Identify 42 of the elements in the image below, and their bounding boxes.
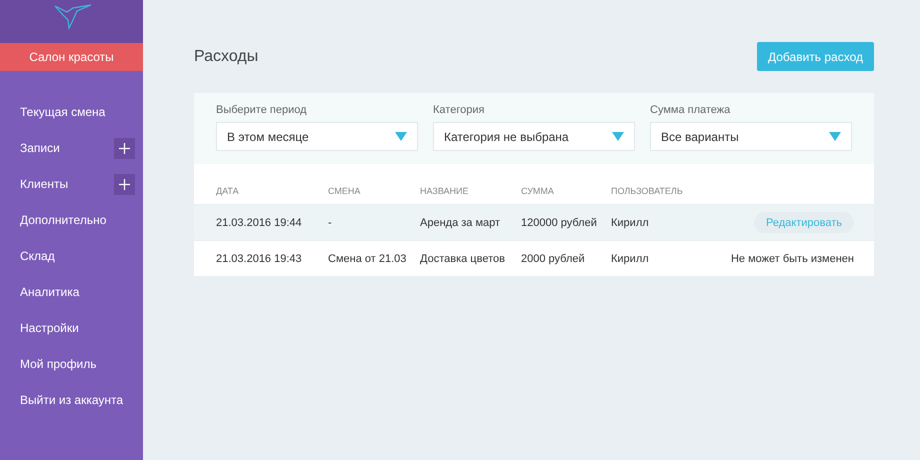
plus-icon bbox=[119, 142, 130, 154]
sidebar-item[interactable]: Дополнительно bbox=[20, 213, 106, 227]
add-button[interactable] bbox=[114, 174, 135, 194]
column-header: НАЗВАНИЕ bbox=[420, 186, 469, 196]
column-header: СМЕНА bbox=[328, 186, 360, 196]
table-cell: 21.03.2016 19:44 bbox=[216, 216, 302, 228]
table-cell: 2000 рублей bbox=[521, 252, 585, 264]
sidebar-item[interactable]: Клиенты bbox=[20, 177, 68, 191]
dropdown-arrow-icon bbox=[612, 132, 624, 141]
dropdown-arrow-icon bbox=[395, 132, 407, 141]
sidebar-item[interactable]: Мой профиль bbox=[20, 357, 97, 371]
plus-icon bbox=[119, 178, 130, 190]
dropdown[interactable]: Все варианты bbox=[650, 122, 852, 151]
add-button[interactable] bbox=[114, 138, 135, 158]
table-row[interactable]: 21.03.2016 19:44 - Аренда за март 120000 рублей Кирилл Редактировать bbox=[194, 204, 874, 240]
filter-label: Сумма платежа bbox=[650, 104, 732, 116]
table-cell: - bbox=[328, 216, 332, 228]
dropdown[interactable]: Категория не выбрана bbox=[433, 122, 635, 151]
table-row[interactable]: 21.03.2016 19:43 Смена от 21.03 Доставка цветов 2000 рублей Кирилл Не может быть изменен bbox=[194, 240, 874, 276]
sidebar-item[interactable]: Склад bbox=[20, 249, 55, 263]
table-cell: Кирилл bbox=[611, 216, 649, 228]
column-header: ПОЛЬЗОВАТЕЛЬ bbox=[611, 186, 683, 196]
sidebar-item[interactable]: Выйти из аккаунта bbox=[20, 393, 124, 407]
sidebar-item[interactable]: Записи bbox=[20, 141, 60, 155]
table-cell: 120000 рублей bbox=[521, 216, 597, 228]
column-header: ДАТА bbox=[216, 186, 239, 196]
table-cell: Кирилл bbox=[611, 252, 649, 264]
table-cell: 21.03.2016 19:43 bbox=[216, 252, 302, 264]
filter-label: Категория bbox=[433, 104, 486, 116]
page-title: Расходы bbox=[194, 48, 258, 66]
sidebar-item[interactable]: Текущая смена bbox=[20, 105, 106, 119]
status-text: Не может быть изменен bbox=[730, 252, 854, 264]
filter-label: Выберите период bbox=[216, 104, 308, 116]
column-header: СУММА bbox=[521, 186, 554, 196]
table-cell: Аренда за март bbox=[420, 216, 500, 228]
sidebar-item[interactable]: Настройки bbox=[20, 321, 79, 335]
table-cell: Смена от 21.03 bbox=[328, 252, 406, 264]
salon-name: Салон красоты bbox=[0, 43, 143, 71]
dropdown-arrow-icon bbox=[829, 132, 841, 141]
table-cell: Доставка цветов bbox=[420, 252, 505, 264]
dropdown[interactable]: В этом месяце bbox=[216, 122, 418, 151]
sidebar-item[interactable]: Аналитика bbox=[20, 285, 80, 299]
